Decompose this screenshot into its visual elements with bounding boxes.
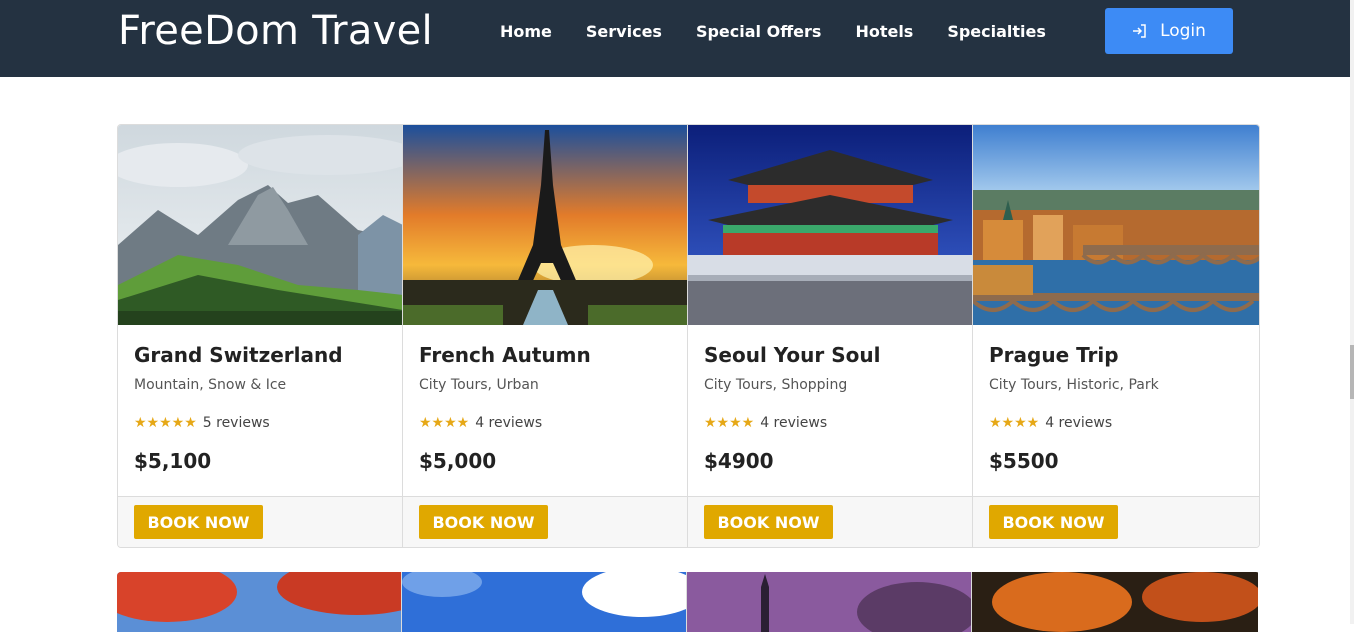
tour-card: Grand Switzerland Mountain, Snow & Ice ★… <box>118 125 403 547</box>
book-now-button[interactable]: BOOK NOW <box>134 505 263 539</box>
tour-tags: City Tours, Shopping <box>704 377 848 393</box>
tour-rating: ★★★★★ 5 reviews <box>134 415 270 431</box>
tour-image-thumb[interactable] <box>117 572 402 632</box>
nav-menu: Home Services Special Offers Hotels Spec… <box>500 22 1080 41</box>
tour-rating: ★★★★ 4 reviews <box>989 415 1112 431</box>
tour-price: $5,000 <box>419 449 497 473</box>
star-rating-icon: ★★★★ <box>989 415 1040 431</box>
book-now-button[interactable]: BOOK NOW <box>989 505 1118 539</box>
tour-image-thumb[interactable] <box>687 572 972 632</box>
tour-card: French Autumn City Tours, Urban ★★★★ 4 r… <box>403 125 688 547</box>
review-count: 4 reviews <box>1045 415 1113 431</box>
tour-price: $5,100 <box>134 449 212 473</box>
tour-rating: ★★★★ 4 reviews <box>704 415 827 431</box>
tour-tags: City Tours, Historic, Park <box>989 377 1159 393</box>
review-count: 4 reviews <box>475 415 543 431</box>
tour-image-paris[interactable] <box>403 125 687 325</box>
card-footer: BOOK NOW <box>118 496 402 547</box>
card-footer: BOOK NOW <box>688 496 972 547</box>
scrollbar-track[interactable] <box>1350 0 1354 624</box>
review-count: 4 reviews <box>760 415 828 431</box>
tour-cards-row-2 <box>117 572 1260 632</box>
star-rating-icon: ★★★★★ <box>134 415 197 431</box>
nav-hotels[interactable]: Hotels <box>855 22 913 41</box>
tour-image-thumb[interactable] <box>402 572 687 632</box>
tour-image-seoul[interactable] <box>688 125 972 325</box>
card-footer: BOOK NOW <box>973 496 1259 547</box>
tour-rating: ★★★★ 4 reviews <box>419 415 542 431</box>
tour-price: $4900 <box>704 449 774 473</box>
nav-specialties[interactable]: Specialties <box>947 22 1046 41</box>
tour-image-thumb[interactable] <box>972 572 1258 632</box>
book-now-button[interactable]: BOOK NOW <box>704 505 833 539</box>
tour-title[interactable]: Prague Trip <box>989 343 1119 367</box>
tour-title[interactable]: Grand Switzerland <box>134 343 343 367</box>
tour-card: Prague Trip City Tours, Historic, Park ★… <box>973 125 1259 547</box>
brand-logo[interactable]: FreeDom Travel <box>118 8 433 54</box>
tour-tags: City Tours, Urban <box>419 377 539 393</box>
login-button[interactable]: Login <box>1105 8 1233 54</box>
tour-tags: Mountain, Snow & Ice <box>134 377 287 393</box>
nav-special-offers[interactable]: Special Offers <box>696 22 821 41</box>
card-footer: BOOK NOW <box>403 496 687 547</box>
scrollbar-thumb[interactable] <box>1350 345 1354 399</box>
book-now-button[interactable]: BOOK NOW <box>419 505 548 539</box>
star-rating-icon: ★★★★ <box>704 415 755 431</box>
tour-price: $5500 <box>989 449 1059 473</box>
nav-home[interactable]: Home <box>500 22 552 41</box>
tour-image-switzerland[interactable] <box>118 125 402 325</box>
tour-card: Seoul Your Soul City Tours, Shopping ★★★… <box>688 125 973 547</box>
tour-title[interactable]: Seoul Your Soul <box>704 343 880 367</box>
login-icon <box>1133 24 1146 38</box>
tour-image-prague[interactable] <box>973 125 1259 325</box>
login-label: Login <box>1160 21 1206 41</box>
top-navbar: FreeDom Travel Home Services Special Off… <box>0 0 1350 77</box>
tour-title[interactable]: French Autumn <box>419 343 591 367</box>
tour-cards-row: Grand Switzerland Mountain, Snow & Ice ★… <box>117 124 1260 548</box>
nav-services[interactable]: Services <box>586 22 662 41</box>
star-rating-icon: ★★★★ <box>419 415 470 431</box>
review-count: 5 reviews <box>202 415 270 431</box>
